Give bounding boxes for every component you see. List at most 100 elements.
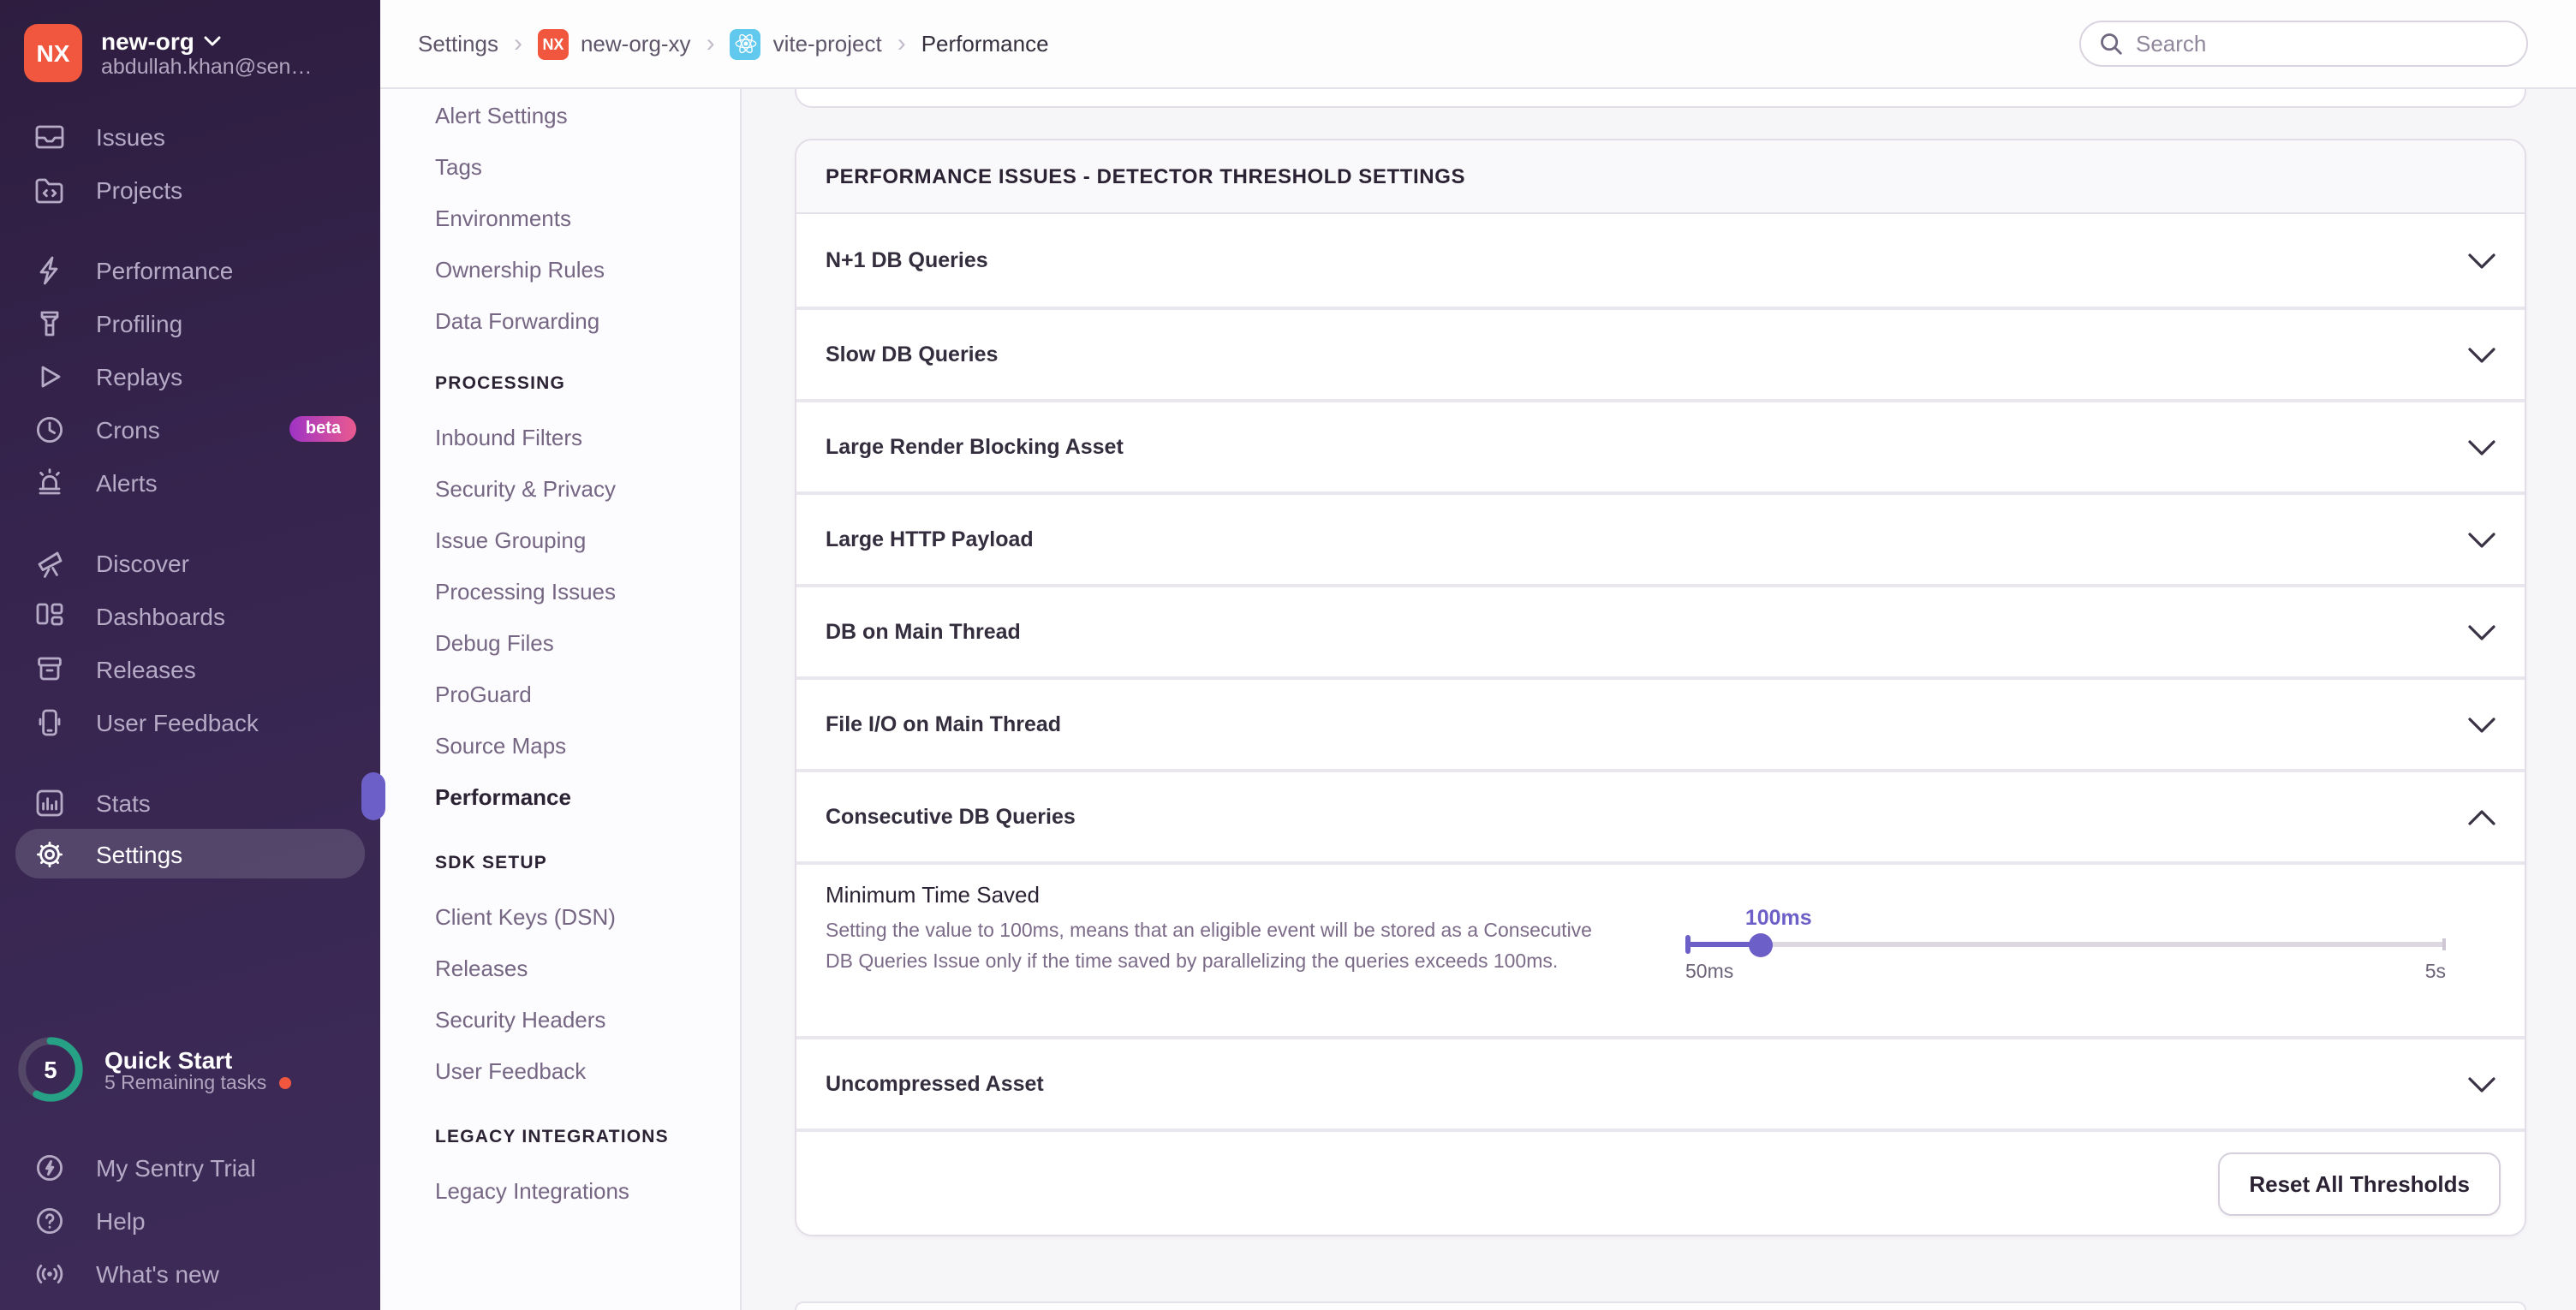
threshold-description: Setting the value to 100ms, means that a… [826,918,1600,979]
sidebar-item-label: My Sentry Trial [96,1153,256,1181]
sidebar-item-help[interactable]: Help [0,1194,380,1247]
sidebar-item-profiling[interactable]: Profiling [0,296,380,349]
projects-icon [33,172,67,206]
user-feedback-icon [33,705,67,739]
accordion-row-large-http-payload[interactable]: Large HTTP Payload [796,491,2525,584]
breadcrumb-org[interactable]: NX new-org-xy [538,28,691,59]
breadcrumb-project[interactable]: vite-project [730,28,882,59]
nav-heading-legacy-integrations: LEGACY INTEGRATIONS [380,1120,740,1154]
nav-item-source-maps[interactable]: Source Maps [380,719,740,771]
broadcast-icon [33,1256,67,1290]
nav-item-alert-settings[interactable]: Alert Settings [380,89,740,140]
chevron-down-icon[interactable] [2468,532,2496,547]
nav-heading-sdk-setup: SDK SETUP [380,846,740,880]
stats-icon [33,785,67,819]
sidebar-item-user-feedback[interactable]: User Feedback [0,695,380,748]
chevron-down-icon[interactable] [2468,1076,2496,1092]
org-switcher[interactable]: NX new-org abdullah.khan@sen… [0,0,380,99]
nav-item-user-feedback[interactable]: User Feedback [380,1045,740,1096]
accordion-row-consecutive-db-queries[interactable]: Consecutive DB Queries [796,769,2525,861]
accordion-row-slow-db-queries[interactable]: Slow DB Queries [796,307,2525,399]
slider-max-label: 5s [2425,962,2446,983]
sidebar-item-stats[interactable]: Stats [0,776,380,829]
breadcrumb-current-page: Performance [921,31,1049,57]
search-box[interactable] [2079,21,2528,67]
sidebar-item-issues[interactable]: Issues [0,110,380,163]
nav-item-releases[interactable]: Releases [380,942,740,993]
org-avatar: NX [24,24,82,82]
quick-start-subtitle: 5 Remaining tasks [104,1073,266,1093]
accordion-row-db-on-main-thread[interactable]: DB on Main Thread [796,584,2525,676]
nav-item-performance[interactable]: Performance [380,771,740,822]
accordion-row-file-io-on-main-thread[interactable]: File I/O on Main Thread [796,676,2525,769]
sidebar-item-crons[interactable]: Crons beta [0,402,380,456]
sidebar-item-performance[interactable]: Performance [0,243,380,296]
nav-item-legacy-integrations[interactable]: Legacy Integrations [380,1164,740,1216]
chevron-right-icon: › [514,31,522,57]
quick-start[interactable]: 5 Quick Start 5 Remaining tasks [14,1033,380,1106]
sidebar-item-whats-new[interactable]: What's new [0,1247,380,1300]
app: NX new-org abdullah.khan@sen… Issues [0,0,2576,1310]
accordion-row-uncompressed-asset[interactable]: Uncompressed Asset [796,1036,2525,1128]
reset-all-thresholds-button[interactable]: Reset All Thresholds [2218,1152,2501,1215]
search-icon [2098,31,2124,57]
nav-item-debug-files[interactable]: Debug Files [380,616,740,668]
accordion-row-n-plus-one-db-queries[interactable]: N+1 DB Queries [796,214,2525,307]
breadcrumb-settings[interactable]: Settings [418,31,498,57]
main-sidebar: NX new-org abdullah.khan@sen… Issues [0,0,380,1310]
nav-item-issue-grouping[interactable]: Issue Grouping [380,514,740,565]
sidebar-item-discover[interactable]: Discover [0,536,380,589]
settings-nav: Alert Settings Tags Environments Ownersh… [380,89,742,1310]
nav-item-data-forwarding[interactable]: Data Forwarding [380,295,740,346]
sidebar-item-settings[interactable]: Settings [15,829,365,878]
breadcrumb: Settings › NX new-org-xy › vite-project … [418,28,1049,59]
notification-dot [278,1077,290,1089]
nav-item-inbound-filters[interactable]: Inbound Filters [380,411,740,462]
sidebar-item-label: User Feedback [96,708,259,735]
chevron-down-icon[interactable] [2468,347,2496,362]
help-icon [33,1203,67,1237]
sidebar-group-discover: Discover Dashboards Releases User Feedba… [0,536,380,748]
slider-handle[interactable] [1750,932,1774,956]
chevron-up-icon[interactable] [2468,809,2496,825]
chevron-down-icon[interactable] [2468,717,2496,732]
sidebar-item-label: What's new [96,1259,219,1287]
slider-max-tick [2442,938,2446,950]
sidebar-item-my-sentry-trial[interactable]: My Sentry Trial [0,1140,380,1194]
issues-icon [33,119,67,153]
next-card-partial [795,1301,2526,1310]
search-input[interactable] [2136,31,2509,57]
consecutive-db-queries-settings: Minimum Time Saved Setting the value to … [796,861,2525,1036]
slider-min-label: 50ms [1685,962,1733,983]
sidebar-item-label: Dashboards [96,602,225,629]
sidebar-item-replays[interactable]: Replays [0,349,380,402]
chevron-down-icon[interactable] [2468,624,2496,640]
nav-item-proguard[interactable]: ProGuard [380,668,740,719]
crons-icon [33,412,67,446]
nav-item-environments[interactable]: Environments [380,192,740,243]
chevron-down-icon [205,36,222,46]
detector-threshold-card: PERFORMANCE ISSUES - DETECTOR THRESHOLD … [795,139,2526,1236]
nav-item-processing-issues[interactable]: Processing Issues [380,565,740,616]
sidebar-item-releases[interactable]: Releases [0,642,380,695]
nav-item-security-headers[interactable]: Security Headers [380,993,740,1045]
card-footer: Reset All Thresholds [796,1128,2525,1235]
nav-item-ownership-rules[interactable]: Ownership Rules [380,243,740,295]
sidebar-item-label: Settings [96,840,182,867]
nav-item-tags[interactable]: Tags [380,140,740,192]
sidebar-item-dashboards[interactable]: Dashboards [0,589,380,642]
sidebar-footer: 5 Quick Start 5 Remaining tasks My Sentr… [0,1033,380,1300]
chevron-down-icon[interactable] [2468,253,2496,268]
accordion-row-large-render-blocking-asset[interactable]: Large Render Blocking Asset [796,399,2525,491]
chevron-down-icon[interactable] [2468,439,2496,455]
sidebar-item-alerts[interactable]: Alerts [0,456,380,509]
sidebar-item-label: Replays [96,362,182,390]
threshold-name: Minimum Time Saved [826,882,2525,908]
nav-item-client-keys[interactable]: Client Keys (DSN) [380,890,740,942]
slider-track[interactable] [1685,942,2446,947]
replays-icon [33,359,67,393]
sidebar-item-projects[interactable]: Projects [0,163,380,216]
minimum-time-saved-slider: 100ms 50ms 5s [1685,906,2446,983]
nav-item-security-privacy[interactable]: Security & Privacy [380,462,740,514]
sidebar-group-performance: Performance Profiling Replays Crons bet [0,243,380,509]
